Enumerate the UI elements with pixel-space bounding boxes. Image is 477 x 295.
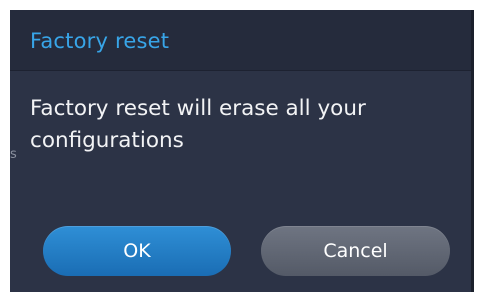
dialog-right-edge [471,10,474,292]
edge-text-fragment: s [10,147,17,162]
dialog-message: Factory reset will erase all your config… [30,96,366,153]
ok-button[interactable]: OK [43,226,231,276]
factory-reset-dialog: Factory reset s Factory reset will erase… [10,10,474,292]
dialog-title: Factory reset [30,29,170,53]
screen-frame: Factory reset s Factory reset will erase… [0,0,477,295]
cancel-button[interactable]: Cancel [261,226,450,276]
dialog-header: Factory reset [10,10,474,71]
